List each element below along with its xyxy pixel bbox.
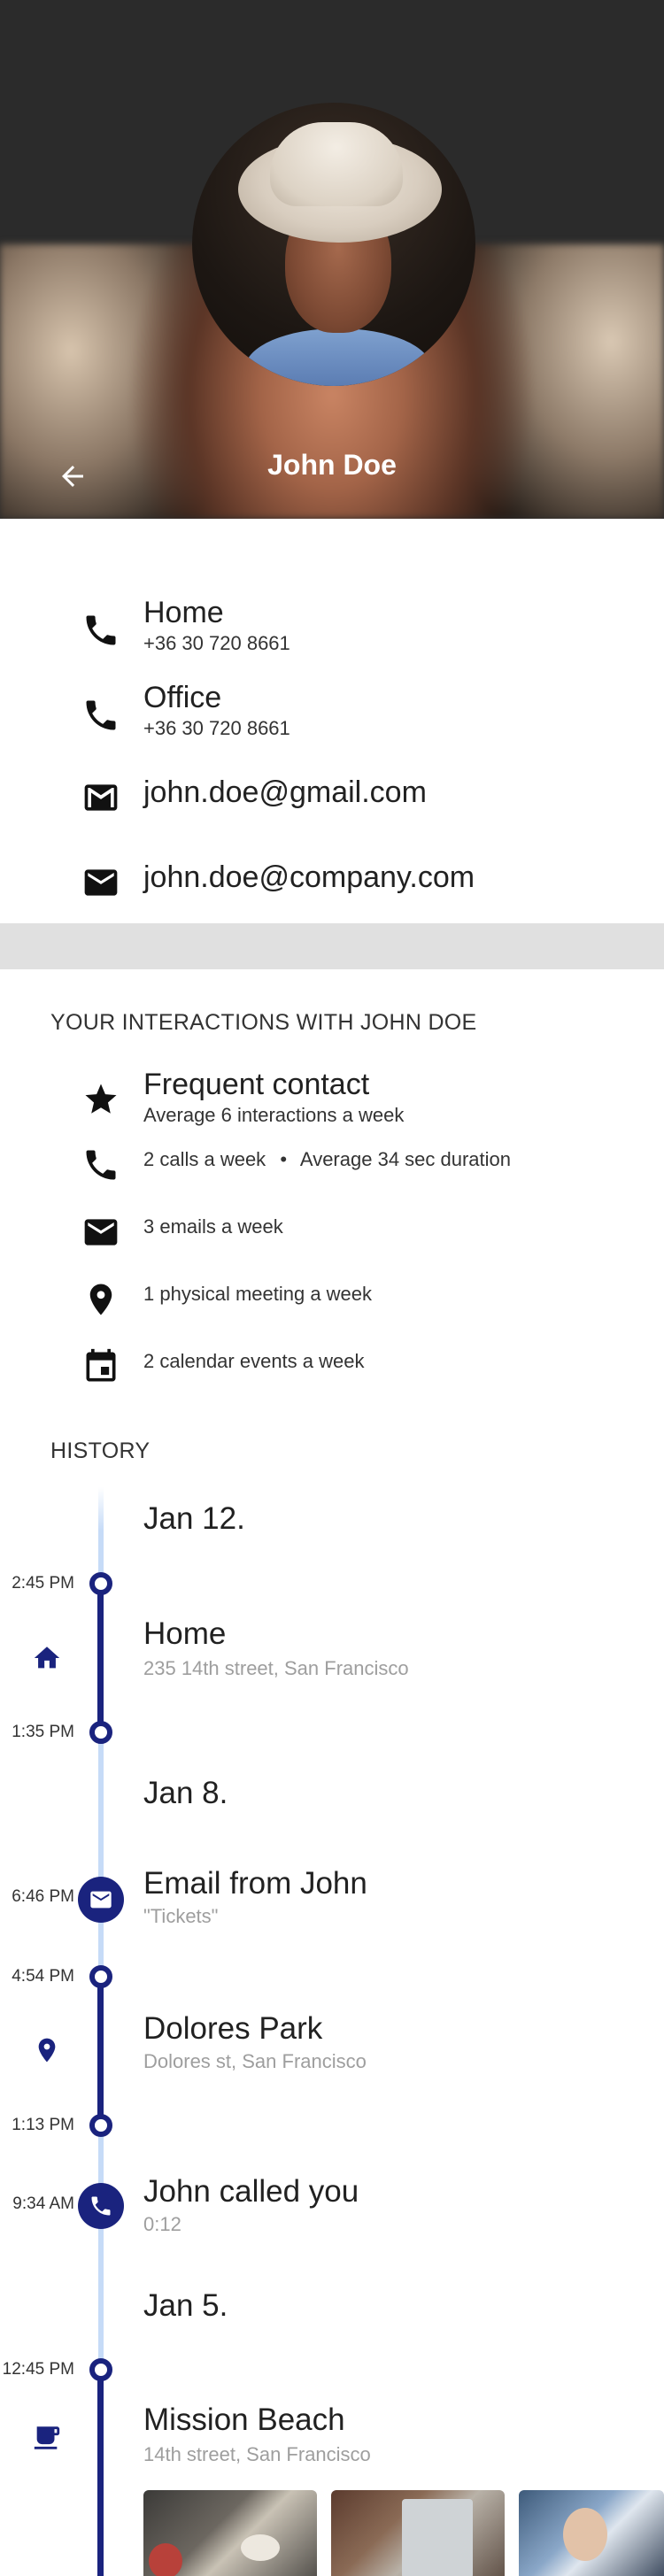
event-time: 9:34 AM [12, 2194, 74, 2213]
calls-stat: 2 calls a week • Average 34 sec duration [143, 1148, 511, 1171]
event-end-time: 1:35 PM [12, 1723, 74, 1741]
call-event-marker[interactable] [78, 2183, 124, 2229]
event-end-time: 1:13 PM [12, 2116, 74, 2134]
event-subtitle: 0:12 [143, 2213, 181, 2235]
event-start-time: 4:54 PM [12, 1967, 74, 1986]
photo-thumbnail[interactable] [143, 2490, 317, 2576]
section-divider [0, 923, 664, 969]
location-pin-icon [78, 1276, 124, 1323]
phone-label: Office [143, 681, 222, 714]
event-time: 6:46 PM [12, 1887, 74, 1906]
phone-row-office[interactable]: Office +36 30 720 8661 [0, 676, 664, 747]
home-icon [29, 1640, 65, 1676]
calls-per-week: 2 calls a week [143, 1148, 266, 1170]
phone-number: +36 30 720 8661 [143, 717, 290, 739]
email-row-personal[interactable]: john.doe@gmail.com [0, 772, 664, 843]
phone-row-home[interactable]: Home +36 30 720 8661 [0, 591, 664, 662]
event-title[interactable]: Dolores Park [143, 2011, 322, 2047]
calendar-icon [78, 1344, 124, 1390]
location-pin-icon [29, 2032, 65, 2068]
email-icon [90, 1891, 112, 1909]
email-icon [78, 1209, 124, 1255]
phone-icon [78, 1142, 124, 1188]
timeline-node [89, 1721, 112, 1744]
emails-stat: 3 emails a week [143, 1215, 283, 1238]
history-date: Jan 8. [143, 1776, 228, 1810]
contact-name: John Doe [267, 449, 397, 481]
timeline-node [89, 1572, 112, 1595]
frequent-contact-title: Frequent contact [143, 1068, 370, 1101]
timeline-segment [97, 1585, 104, 1733]
event-subtitle: 235 14th street, San Francisco [143, 1657, 409, 1679]
event-start-time: 2:45 PM [12, 1574, 74, 1593]
event-subtitle: "Tickets" [143, 1905, 219, 1927]
timeline-segment [97, 1978, 104, 2126]
event-subtitle: 14th street, San Francisco [143, 2443, 371, 2465]
phone-icon [78, 692, 124, 738]
avatar [192, 103, 475, 386]
interactions-heading: YOUR INTERACTIONS WITH JOHN DOE [50, 1010, 477, 1035]
frequent-contact-subtitle: Average 6 interactions a week [143, 1104, 405, 1126]
calendar-stat: 2 calendar events a week [143, 1350, 365, 1372]
event-title[interactable]: Mission Beach [143, 2402, 345, 2438]
email-event-marker[interactable] [78, 1877, 124, 1923]
timeline-segment [97, 2371, 104, 2576]
event-start-time: 12:45 PM [2, 2360, 74, 2379]
call-duration: Average 34 sec duration [299, 1148, 512, 1170]
email-row-work[interactable]: john.doe@company.com [0, 857, 664, 928]
email-address: john.doe@company.com [143, 860, 475, 894]
history-date: Jan 12. [143, 1501, 245, 1536]
event-title[interactable]: Home [143, 1616, 226, 1652]
phone-label: Home [143, 596, 224, 629]
phone-icon [78, 607, 124, 653]
email-icon [78, 860, 124, 906]
photo-thumbnail[interactable] [331, 2490, 505, 2576]
star-icon [78, 1076, 124, 1122]
email-address: john.doe@gmail.com [143, 775, 427, 809]
phone-number: +36 30 720 8661 [143, 632, 290, 654]
timeline-node [89, 2114, 112, 2137]
history-heading: HISTORY [50, 1438, 151, 1463]
gmail-icon [78, 775, 124, 821]
separator-dot: • [280, 1148, 288, 1170]
timeline-node [89, 1965, 112, 1988]
photo-thumbnail[interactable] [519, 2490, 664, 2576]
coffee-icon [29, 2420, 65, 2456]
event-title[interactable]: John called you [143, 2174, 359, 2210]
phone-icon [91, 2196, 111, 2216]
profile-header: John Doe [0, 0, 664, 519]
meetings-stat: 1 physical meeting a week [143, 1283, 373, 1305]
event-title[interactable]: Email from John [143, 1866, 367, 1901]
event-subtitle: Dolores st, San Francisco [143, 2050, 367, 2072]
history-date: Jan 5. [143, 2288, 228, 2323]
timeline-node [89, 2358, 112, 2381]
